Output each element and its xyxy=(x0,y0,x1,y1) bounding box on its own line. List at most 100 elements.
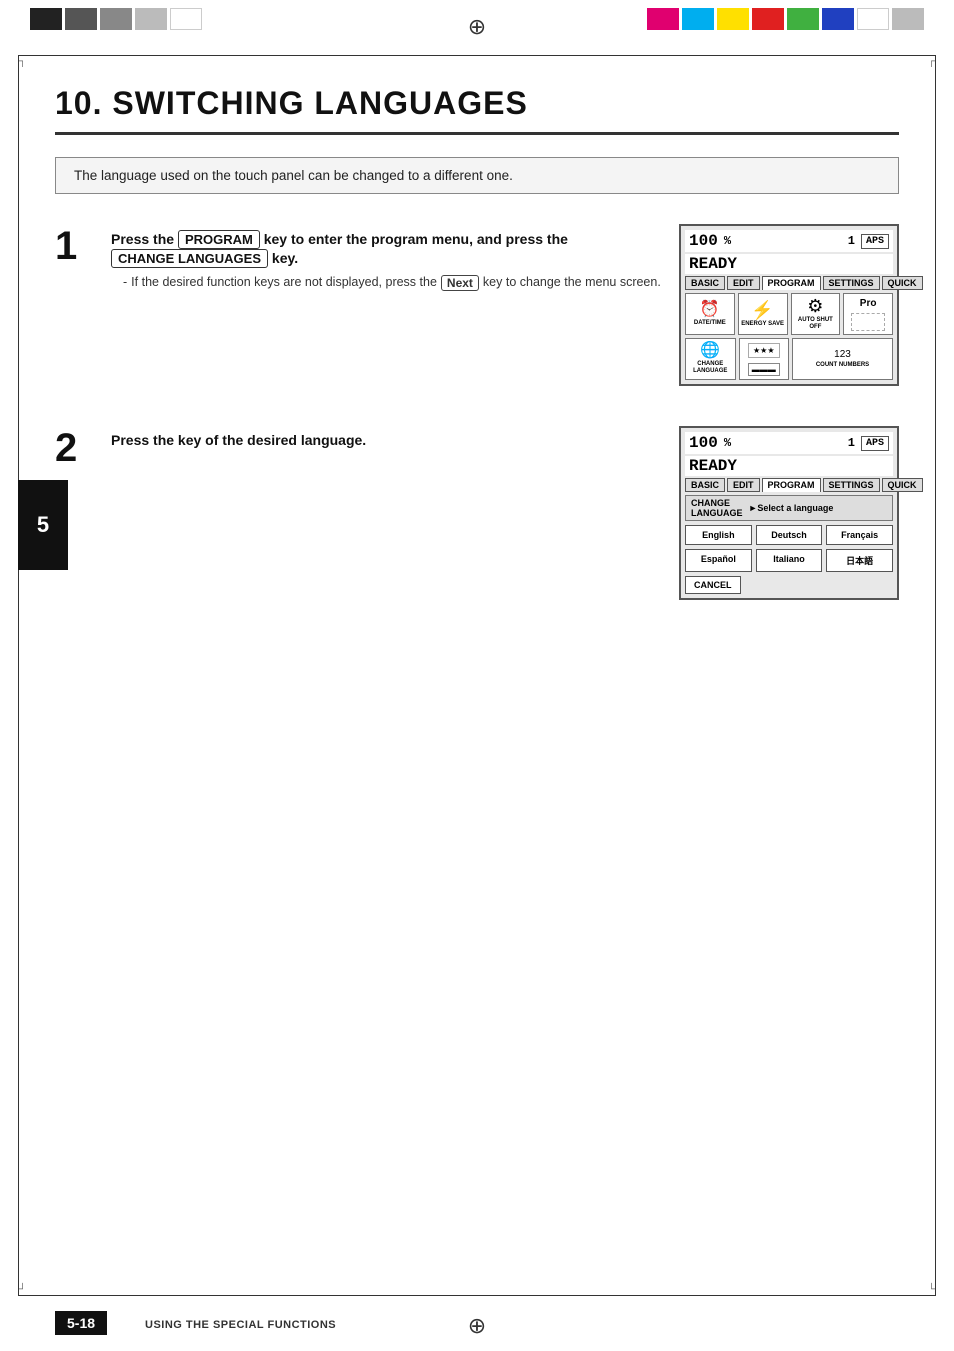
changelang-label: CHANGELANGUAGE xyxy=(693,361,727,374)
countnumbers-glyph: 123 xyxy=(834,350,851,360)
swatch-green xyxy=(787,8,819,30)
intro-box: The language used on the touch panel can… xyxy=(55,157,899,194)
swatch-darkgray xyxy=(65,8,97,30)
swatch-lightgray xyxy=(135,8,167,30)
step-2-row: 2 Press the key of the desired language.… xyxy=(55,426,899,600)
next-key: Next xyxy=(441,275,479,291)
datetime-label: DATE/TIME xyxy=(694,320,726,327)
screen-2-copies: 1 xyxy=(848,436,855,450)
main-content: 10. SWITCHING LANGUAGES The language use… xyxy=(0,55,954,660)
bottom-label: USING THE SPECIAL FUNCTIONS xyxy=(145,1319,336,1331)
screen-2-aps: APS xyxy=(861,436,889,451)
lang-header-text: CHANGELANGUAGE xyxy=(691,498,743,518)
autoshutoff-glyph: ⚙ xyxy=(807,297,823,315)
tab-settings-2: SETTINGS xyxy=(823,478,880,492)
screen-2-container: 100 % 1 APS READY BASIC EDIT PROGRAM SET… xyxy=(679,426,899,600)
screen-1-copies: 1 xyxy=(848,234,855,248)
screen-mockup-2: 100 % 1 APS READY BASIC EDIT PROGRAM SET… xyxy=(679,426,899,600)
step-1-row: 1 Press the PROGRAM key to enter the pro… xyxy=(55,224,899,386)
datetime-glyph: ⏰ xyxy=(700,302,720,318)
step-2-number: 2 xyxy=(55,428,93,468)
tab-program-1: PROGRAM xyxy=(762,276,821,290)
color-bar-left xyxy=(30,8,202,30)
step-1-bold: Press the PROGRAM key to enter the progr… xyxy=(111,230,661,268)
swatch-lightgray2 xyxy=(892,8,924,30)
swatch-blue xyxy=(822,8,854,30)
tab-quick-2: QUICK xyxy=(882,478,923,492)
screen-1-container: 100 % 1 APS READY BASIC EDIT PROGRAM SET… xyxy=(679,224,899,386)
screen-2-tabs: BASIC EDIT PROGRAM SETTINGS QUICK xyxy=(685,478,893,492)
swatch-black xyxy=(30,8,62,30)
lang-select-text: ►Select a language xyxy=(749,503,834,513)
lang-deutsch[interactable]: Deutsch xyxy=(756,525,823,545)
step-2-text: Press the key of the desired language. xyxy=(111,426,661,453)
tab-basic-2: BASIC xyxy=(685,478,725,492)
corner-mark-bl: ┘ xyxy=(19,1284,26,1295)
screen-1-percent-val: 100 xyxy=(689,232,718,250)
countnumbers-label: COUNT NUMBERS xyxy=(816,362,869,369)
energysave-glyph: ⚡ xyxy=(751,301,773,319)
corner-mark-br: └ xyxy=(928,1284,935,1295)
page-number: 5-18 xyxy=(55,1311,107,1335)
icon-stars: ★★★ ▬▬▬ xyxy=(739,338,790,380)
chapter-number: 10. xyxy=(55,85,102,121)
color-bar-right xyxy=(647,8,924,30)
swatch-gray xyxy=(100,8,132,30)
swatch-magenta xyxy=(647,8,679,30)
icon-datetime: ⏰ DATE/TIME xyxy=(685,293,735,335)
autoshutoff-label: AUTO SHUT OFF xyxy=(792,317,840,330)
screen-1-icons-grid: ⏰ DATE/TIME ⚡ ENERGY SAVE ⚙ AUTO SHUT OF… xyxy=(685,293,893,335)
chapter-title-text: SWITCHING LANGUAGES xyxy=(112,85,527,121)
swatch-white2 xyxy=(857,8,889,30)
screen-1-aps: APS xyxy=(861,234,889,249)
screen-2-lang-grid: English Deutsch Français Español Italian… xyxy=(685,525,893,572)
steps-container: 1 Press the PROGRAM key to enter the pro… xyxy=(55,224,899,600)
screen-1-icons-row2: 🌐 CHANGELANGUAGE ★★★ ▬▬▬ 123 COUNT NUMBE… xyxy=(685,338,893,380)
bottom-bar: 5-18 USING THE SPECIAL FUNCTIONS ⊕ xyxy=(0,1296,954,1351)
change-languages-key: CHANGE LANGUAGES xyxy=(111,249,268,268)
screen-1-pct-sign: % xyxy=(724,234,731,248)
screen-2-topbar: 100 % 1 APS xyxy=(685,432,893,454)
screen-2-pct-sign: % xyxy=(724,436,731,450)
cancel-button[interactable]: CANCEL xyxy=(685,576,741,594)
screen-2-ready: READY xyxy=(685,456,893,476)
screen-1-ready: READY xyxy=(685,254,893,274)
tab-program-2: PROGRAM xyxy=(762,478,821,492)
lang-english[interactable]: English xyxy=(685,525,752,545)
swatch-red xyxy=(752,8,784,30)
swatch-yellow xyxy=(717,8,749,30)
icon-energysave: ⚡ ENERGY SAVE xyxy=(738,293,788,335)
tab-quick-1: QUICK xyxy=(882,276,923,290)
screen-mockup-1: 100 % 1 APS READY BASIC EDIT PROGRAM SET… xyxy=(679,224,899,386)
changelang-glyph: 🌐 xyxy=(700,343,720,359)
pro-label: Pro xyxy=(860,298,877,309)
bottom-crosshair: ⊕ xyxy=(468,1313,486,1339)
screen-1-topbar: 100 % 1 APS xyxy=(685,230,893,252)
icon-pro: Pro xyxy=(843,293,893,335)
intro-text: The language used on the touch panel can… xyxy=(74,168,513,183)
lang-italiano[interactable]: Italiano xyxy=(756,549,823,572)
swatch-cyan xyxy=(682,8,714,30)
step-1-sub: If the desired function keys are not dis… xyxy=(123,275,661,291)
tab-edit-2: EDIT xyxy=(727,478,760,492)
tab-settings-1: SETTINGS xyxy=(823,276,880,290)
screen-2-percent-val: 100 xyxy=(689,434,718,452)
step-2-bold: Press the key of the desired language. xyxy=(111,432,661,448)
top-bar: ⊕ xyxy=(0,0,954,55)
lang-espanol[interactable]: Español xyxy=(685,549,752,572)
energysave-label: ENERGY SAVE xyxy=(741,321,784,328)
icon-autoshutoff: ⚙ AUTO SHUT OFF xyxy=(791,293,841,335)
lang-francais[interactable]: Français xyxy=(826,525,893,545)
tab-basic-1: BASIC xyxy=(685,276,725,290)
swatch-white xyxy=(170,8,202,30)
step-1-text: Press the PROGRAM key to enter the progr… xyxy=(111,224,661,291)
tab-edit-1: EDIT xyxy=(727,276,760,290)
icon-countnumbers: 123 COUNT NUMBERS xyxy=(792,338,893,380)
program-key: PROGRAM xyxy=(178,230,260,249)
step-1-number: 1 xyxy=(55,226,93,266)
icon-changelang: 🌐 CHANGELANGUAGE xyxy=(685,338,736,380)
screen-2-lang-header: CHANGELANGUAGE ►Select a language xyxy=(685,495,893,521)
top-crosshair: ⊕ xyxy=(468,14,486,40)
screen-1-tabs: BASIC EDIT PROGRAM SETTINGS QUICK xyxy=(685,276,893,290)
lang-japanese[interactable]: 日本語 xyxy=(826,549,893,572)
